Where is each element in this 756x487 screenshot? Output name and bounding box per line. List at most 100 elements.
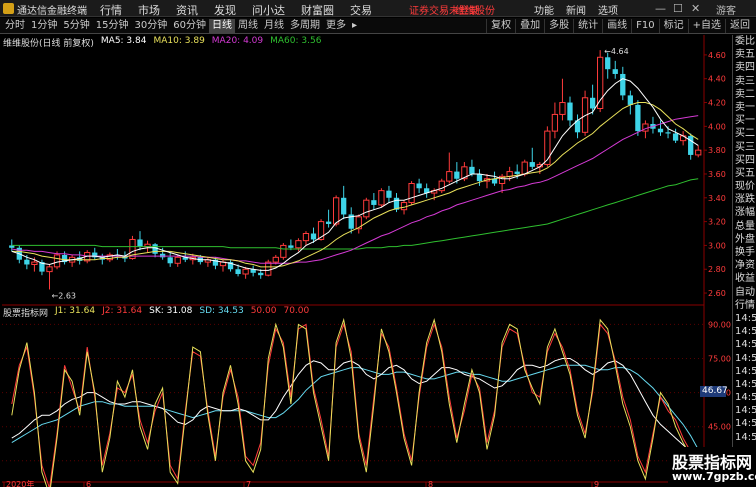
candle-body (665, 132, 671, 134)
ma5-line (11, 78, 699, 271)
candle-body (53, 254, 61, 268)
candle-body (310, 233, 317, 240)
side-panel-item[interactable]: 涨幅 (733, 206, 756, 219)
indicator-title: 股票指标网 (3, 309, 49, 319)
j1-line (11, 317, 699, 487)
menu-trade[interactable]: 交易 (342, 0, 380, 17)
menu-news-feed[interactable]: 新闻 (560, 0, 592, 17)
side-panel-item[interactable]: 现价 (733, 180, 756, 193)
ma5-label: MA5: 3.84 (100, 36, 147, 46)
period-tab-2[interactable]: 5分钟 (60, 19, 92, 33)
side-panel-item[interactable]: 14:56 (733, 352, 756, 365)
period-tab-8[interactable]: 月线 (261, 19, 287, 33)
side-panel-item[interactable]: 卖四 (733, 61, 756, 74)
menu-ask[interactable]: 问小达 (244, 0, 293, 17)
side-panel-item[interactable]: 14:56 (733, 338, 756, 351)
stock-label: 维维股份(日线 前复权) (3, 39, 94, 49)
side-panel-item[interactable]: 14:56 (733, 404, 756, 417)
chart-tool-5[interactable]: F10 (631, 19, 658, 33)
candle-body (521, 161, 528, 175)
chart-tool-0[interactable]: 复权 (486, 19, 515, 33)
menu-wealth-circle[interactable]: 财富圈 (293, 0, 342, 17)
period-tab-1[interactable]: 1分钟 (28, 19, 60, 33)
chart-area[interactable]: 4.60 4.40 4.20 4.00 3.80 3.60 3.40 3.20 3.00 2.80… (0, 35, 732, 487)
quote-side-panel[interactable]: 委比 卖五 卖四 卖三 卖二 卖一 买一 买二 买三 买四 买五 现价 涨跌 涨幅 总量 外盘 换手 净资 收益 自动… (732, 35, 756, 487)
candle-body (400, 202, 408, 211)
side-panel-item[interactable]: 买五 (733, 167, 756, 180)
candle-body (589, 97, 596, 109)
ma10-line (11, 102, 699, 268)
candle-body (551, 113, 559, 132)
period-tab-7[interactable]: 周线 (235, 19, 261, 33)
side-panel-item[interactable]: 买四 (733, 154, 756, 167)
chart-tool-1[interactable]: 叠加 (515, 19, 544, 33)
candle-body (672, 133, 679, 141)
close-icon[interactable]: ✕ (691, 2, 700, 15)
period-tab-9[interactable]: 多周期 (287, 19, 323, 33)
price-tick-label: 2.80 (708, 265, 726, 274)
chart-tool-7[interactable]: +自选 (687, 19, 725, 33)
more-arrow-icon[interactable]: ▸ (349, 19, 360, 33)
menu-market-quotes[interactable]: 行情 (92, 0, 130, 17)
low-price-label: ←2.63 (51, 291, 76, 300)
menu-news[interactable]: 资讯 (168, 0, 206, 17)
side-panel-item[interactable]: 卖三 (733, 75, 756, 88)
side-panel-item[interactable]: 委比 (733, 35, 756, 48)
candle-body (31, 261, 38, 265)
side-panel-item[interactable]: 净资 (733, 259, 756, 272)
side-panel-item[interactable]: 卖一 (733, 101, 756, 114)
period-tab-5[interactable]: 60分钟 (170, 19, 209, 33)
chart-tool-4[interactable]: 画线 (602, 19, 631, 33)
side-panel-item[interactable]: 收益 (733, 272, 756, 285)
side-panel-item[interactable]: 卖二 (733, 88, 756, 101)
period-tab-4[interactable]: 30分钟 (131, 19, 170, 33)
menu-market[interactable]: 市场 (130, 0, 168, 17)
period-tab-0[interactable]: 分时 (2, 19, 28, 33)
menu-discover[interactable]: 发现 (206, 0, 244, 17)
period-tab-3[interactable]: 15分钟 (93, 19, 132, 33)
current-stock-link[interactable]: 维维股份 (455, 2, 495, 17)
chart-tool-8[interactable]: 返回 (725, 19, 754, 33)
side-panel-item[interactable]: 买一 (733, 114, 756, 127)
side-panel-item[interactable]: 买三 (733, 141, 756, 154)
guest-label[interactable]: 游客 (716, 2, 736, 17)
side-panel-item[interactable]: 总量 (733, 220, 756, 233)
side-panel-item[interactable]: 换手 (733, 246, 756, 259)
period-tab-10[interactable]: 更多 (323, 19, 349, 33)
side-panel-item[interactable]: 14:56 (733, 365, 756, 378)
side-panel-item[interactable]: 14:56 (733, 391, 756, 404)
chart-tool-2[interactable]: 多股 (544, 19, 573, 33)
menu-options[interactable]: 选项 (592, 0, 624, 17)
side-panel-item[interactable]: 卖五 (733, 48, 756, 61)
candle-body (242, 268, 249, 275)
side-panel-item[interactable]: 14:56 (733, 378, 756, 391)
candle-body (363, 199, 370, 218)
indicator-current-value-tag: 46.67 (700, 386, 728, 397)
side-panel-item[interactable]: 涨跌 (733, 193, 756, 206)
price-tick-label: 3.00 (708, 241, 726, 250)
chart-tool-6[interactable]: 标记 (658, 19, 688, 33)
candlestick-chart[interactable]: 4.60 4.40 4.20 4.00 3.80 3.60 3.40 3.20 3.00 2.80… (0, 35, 732, 487)
period-tab-6[interactable]: 日线 (208, 19, 235, 33)
candle-body (688, 135, 694, 155)
candle-body (167, 257, 173, 264)
app-logo-icon (3, 3, 14, 14)
side-panel-item[interactable]: 行情 (733, 299, 756, 312)
maximize-icon[interactable]: ☐ (673, 2, 683, 15)
side-panel-item[interactable]: 买二 (733, 127, 756, 140)
minimize-icon[interactable]: — (655, 2, 666, 15)
side-panel-item[interactable]: 14:56 (733, 312, 756, 325)
ma60-line (11, 178, 699, 250)
candle-body (46, 266, 53, 273)
side-panel-item[interactable]: 自动 (733, 286, 756, 299)
side-panel-item[interactable]: 14:56 (733, 325, 756, 338)
price-tick-label: 3.20 (708, 218, 726, 227)
side-panel-item[interactable]: 外盘 (733, 233, 756, 246)
candle-body (695, 149, 702, 156)
j2-label: J2: 31.64 (102, 306, 143, 316)
side-panel-item[interactable]: 14:56 (733, 417, 756, 430)
side-panel-item[interactable]: 14:56 (733, 431, 756, 444)
menu-functions[interactable]: 功能 (528, 0, 560, 17)
chart-tool-3[interactable]: 统计 (573, 19, 602, 33)
candle-body (265, 261, 272, 276)
